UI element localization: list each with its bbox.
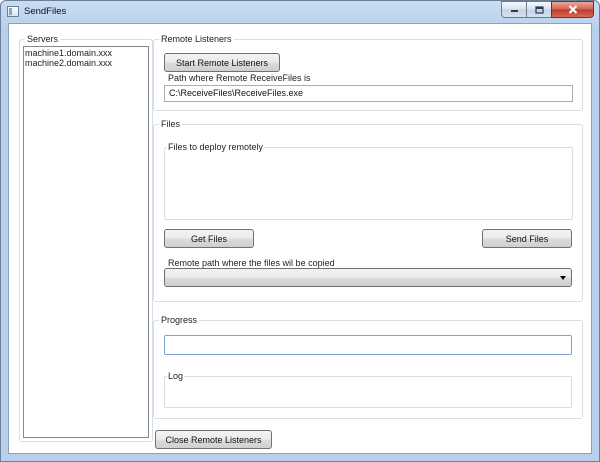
- remote-path-label: Path where Remote ReceiveFiles is: [168, 73, 311, 83]
- maximize-icon: [534, 5, 544, 14]
- close-icon: [568, 5, 577, 14]
- window-title: SendFiles: [24, 6, 67, 17]
- maximize-button[interactable]: [526, 1, 551, 18]
- sendfiles-window: SendFiles Servers machine1.domain.xxx ma…: [0, 0, 600, 462]
- servers-legend: Servers: [25, 33, 61, 45]
- progress-bar: [164, 335, 572, 355]
- servers-list[interactable]: machine1.domain.xxx machine2.domain.xxx: [23, 46, 149, 438]
- files-group: Files Files to deploy remotely Get Files…: [153, 118, 583, 302]
- caption-buttons: [501, 1, 594, 18]
- window-app-icon[interactable]: [7, 6, 19, 17]
- title-bar[interactable]: SendFiles: [1, 1, 599, 23]
- minimize-icon: [510, 10, 518, 12]
- chevron-down-icon: [560, 276, 566, 280]
- remote-copy-path-label: Remote path where the files wil be copie…: [168, 258, 335, 268]
- minimize-button[interactable]: [501, 1, 526, 18]
- remote-listeners-group: Remote Listeners Start Remote Listeners …: [153, 33, 583, 111]
- remote-copy-path-dropdown[interactable]: [164, 268, 572, 287]
- log-label: Log: [167, 370, 185, 382]
- server-item-1[interactable]: machine1.domain.xxx: [24, 48, 148, 58]
- files-to-deploy-label: Files to deploy remotely: [167, 141, 265, 153]
- remote-listeners-legend: Remote Listeners: [159, 33, 234, 45]
- servers-group: Servers machine1.domain.xxx machine2.dom…: [19, 33, 153, 442]
- files-to-deploy-list[interactable]: Files to deploy remotely: [164, 141, 573, 220]
- send-files-button[interactable]: Send Files: [482, 229, 572, 248]
- start-remote-listeners-button[interactable]: Start Remote Listeners: [164, 53, 280, 72]
- remote-receivefiles-path-input[interactable]: C:\ReceiveFiles\ReceiveFiles.exe: [164, 85, 573, 102]
- progress-legend: Progress: [159, 314, 200, 326]
- close-remote-listeners-button[interactable]: Close Remote Listeners: [155, 430, 272, 449]
- log-box[interactable]: Log: [164, 370, 572, 408]
- progress-group: Progress Log: [153, 314, 583, 419]
- get-files-button[interactable]: Get Files: [164, 229, 254, 248]
- server-item-2[interactable]: machine2.domain.xxx: [24, 58, 148, 68]
- files-legend: Files: [159, 118, 183, 130]
- close-button[interactable]: [551, 1, 594, 18]
- client-area: Servers machine1.domain.xxx machine2.dom…: [8, 23, 592, 454]
